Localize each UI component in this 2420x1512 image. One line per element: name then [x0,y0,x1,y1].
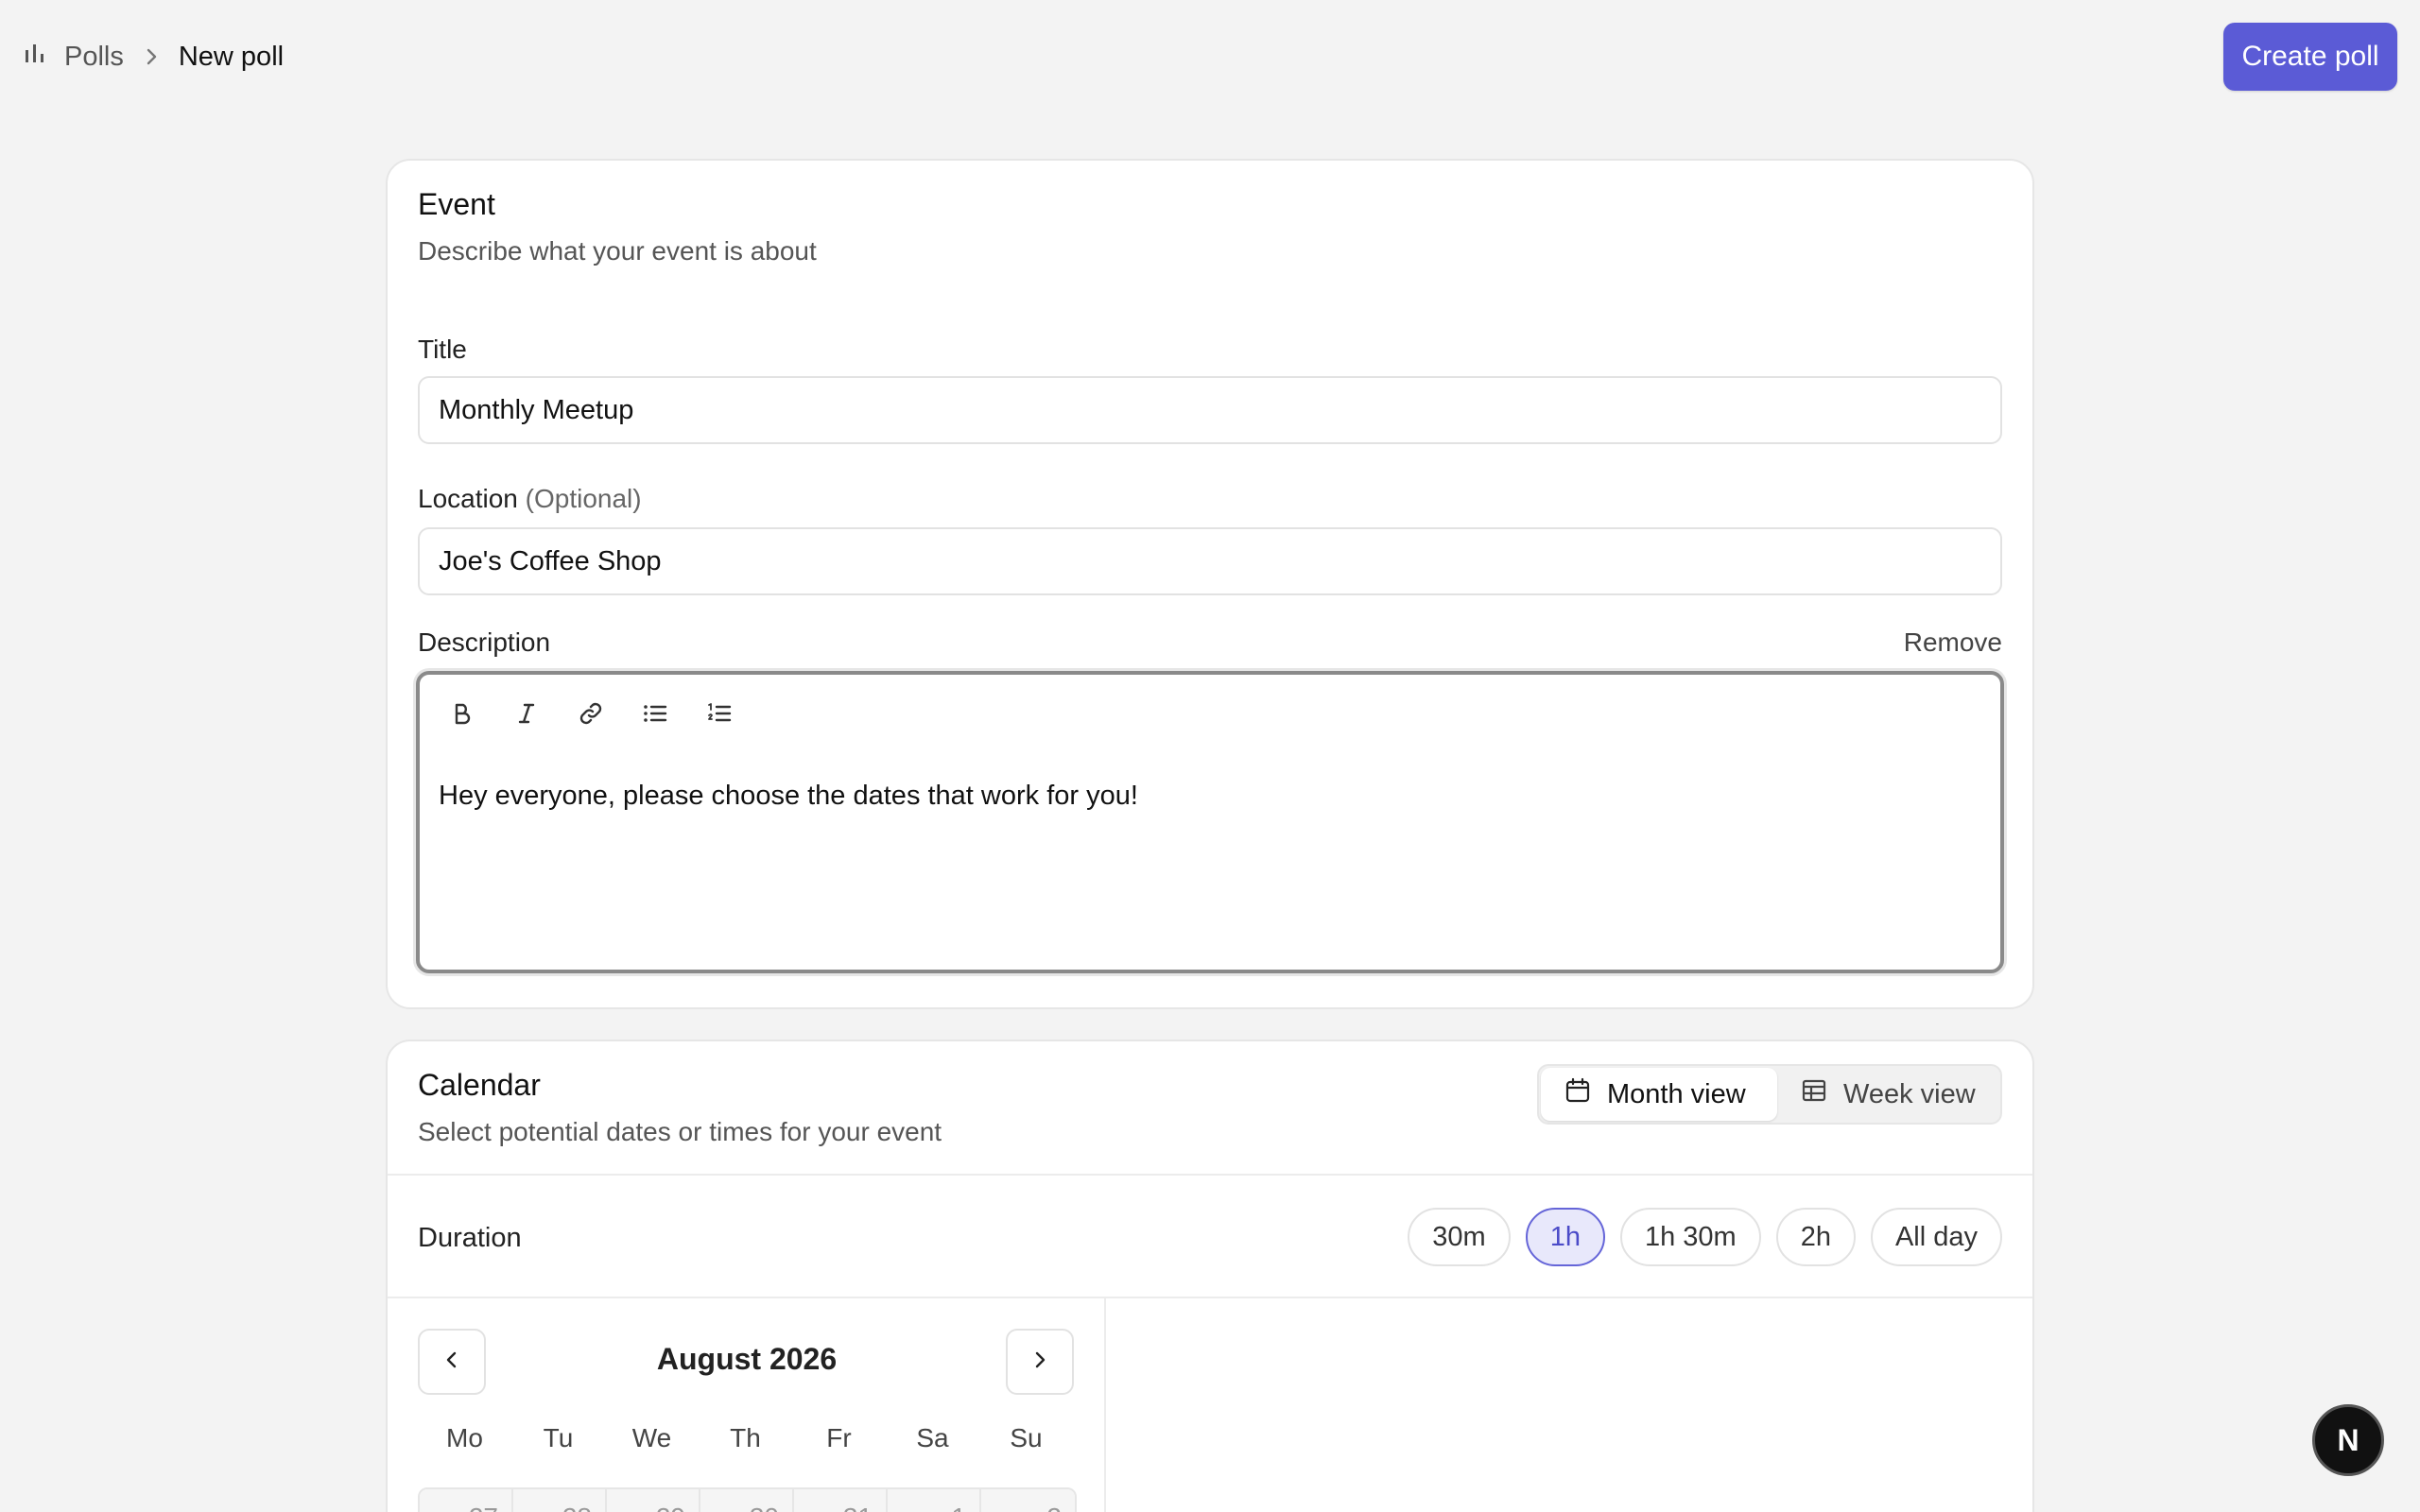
breadcrumb: Polls New poll [23,36,284,77]
description-editor[interactable]: Hey everyone, please choose the dates th… [416,671,2004,973]
event-card-title: Event [418,187,495,221]
duration-label: Duration [418,1223,522,1253]
chevron-right-icon [141,46,162,67]
weekday-label: Mo [446,1423,483,1452]
month-view-label: Month view [1607,1078,1746,1109]
event-card-subtitle: Describe what your event is about [418,236,817,266]
breadcrumb-polls-label: Polls [64,41,124,72]
duration-chip-1h-30m[interactable]: 1h 30m [1619,1208,1761,1266]
bold-icon[interactable] [446,697,478,730]
calendar-day[interactable]: 30 [700,1489,794,1512]
calendar-day[interactable]: 2 [981,1489,1075,1512]
event-card: Event Describe what your event is about … [386,159,2034,1009]
chevron-right-icon [1028,1349,1051,1376]
week-view-label: Week view [1843,1078,1976,1109]
next-month-button[interactable] [1006,1329,1074,1395]
weekday-label: Th [730,1423,761,1452]
link-icon[interactable] [575,697,607,730]
calendar-week-row: 27 28 29 30 31 1 2 [418,1487,1077,1512]
calendar-card-title: Calendar [418,1068,541,1102]
title-label: Title [418,335,467,364]
duration-options: 30m 1h 1h 30m 2h All day [1408,1208,2002,1266]
weekday-label: Tu [543,1423,574,1452]
location-label-text: Location [418,484,518,513]
bar-chart-icon [23,41,47,73]
weekday-label: Sa [916,1423,949,1452]
duration-chip-2h[interactable]: 2h [1775,1208,1856,1266]
weekday-label: We [631,1423,672,1452]
duration-chip-all-day[interactable]: All day [1870,1208,2002,1266]
location-label: Location (Optional) [418,484,642,514]
duration-chip-1h[interactable]: 1h [1525,1208,1605,1266]
calendar-day[interactable]: 28 [513,1489,607,1512]
location-optional-text: (Optional) [525,484,642,513]
description-text: Hey everyone, please choose the dates th… [439,781,1138,811]
bullet-list-icon[interactable] [639,697,671,730]
calendar-card: Calendar Select potential dates or times… [386,1040,2034,1512]
weekday-header: Mo Tu We Th Fr Sa Su [418,1423,1073,1453]
calendar-header-divider [388,1174,2032,1176]
month-calendar: August 2026 Mo Tu We Th Fr Sa Su 27 28 2… [388,1298,1106,1512]
breadcrumb-current: New poll [178,41,285,72]
month-title: August 2026 [656,1342,838,1376]
location-input[interactable]: Joe's Coffee Shop [418,527,2002,595]
weekday-label: Fr [826,1423,852,1452]
duration-chip-30m[interactable]: 30m [1408,1208,1511,1266]
description-label: Description [418,627,551,657]
create-poll-button[interactable]: Create poll [2223,23,2397,91]
breadcrumb-polls-link[interactable]: Polls [23,41,124,73]
calendar-card-subtitle: Select potential dates or times for your… [418,1117,942,1146]
numbered-list-icon[interactable] [703,697,735,730]
view-toggle: Month view Week view [1537,1064,2002,1125]
calendar-day[interactable]: 27 [420,1489,513,1512]
editor-toolbar [446,697,735,730]
calendar-icon [1564,1076,1592,1112]
calendar-day[interactable]: 31 [794,1489,888,1512]
app-badge[interactable]: N [2312,1404,2384,1476]
table-grid-icon [1800,1076,1828,1112]
calendar-day[interactable]: 29 [607,1489,700,1512]
weekday-label: Su [1010,1423,1043,1452]
title-input[interactable]: Monthly Meetup [418,376,2002,444]
top-bar: Polls New poll Create poll [0,0,2420,113]
remove-description-link[interactable]: Remove [1904,627,2002,658]
calendar-day[interactable]: 1 [888,1489,981,1512]
month-view-button[interactable]: Month view [1541,1068,1777,1121]
week-view-button[interactable]: Week view [1777,1068,1998,1121]
italic-icon[interactable] [510,697,543,730]
